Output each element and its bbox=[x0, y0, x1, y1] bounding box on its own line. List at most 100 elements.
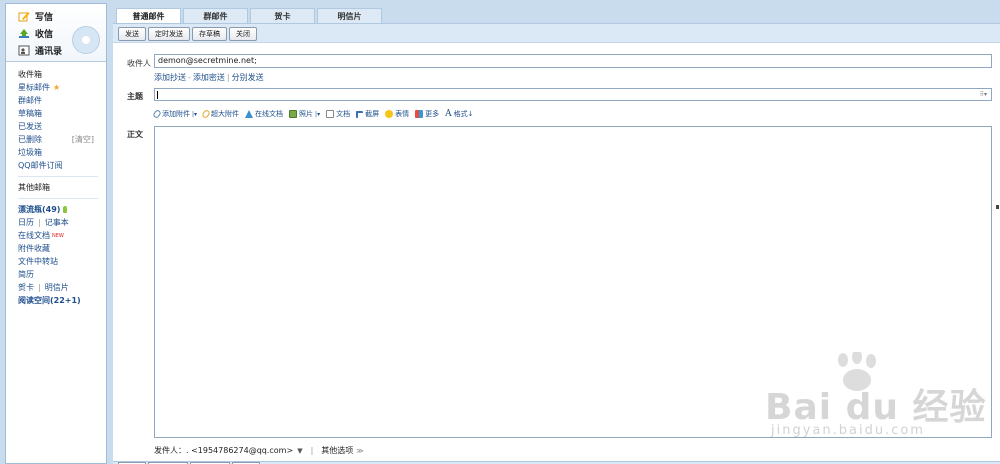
contacts-label: 通讯录 bbox=[35, 47, 63, 57]
grid-icon bbox=[415, 110, 424, 118]
folder-inbox[interactable]: 收件箱 bbox=[18, 68, 106, 81]
compose-label: 写信 bbox=[35, 13, 54, 23]
screenshot-icon bbox=[356, 110, 364, 118]
calendar-link[interactable]: 日历 bbox=[18, 217, 34, 228]
inbox-label: 收信 bbox=[35, 30, 54, 40]
pipe-separator: | bbox=[38, 218, 41, 227]
divider bbox=[18, 176, 98, 177]
body-editor[interactable] bbox=[154, 126, 992, 438]
folder-deleted[interactable]: 已删除 [清空] bbox=[18, 133, 106, 146]
sidebar: 写信 收信 通讯录 收件箱 星标邮件 ★ 群邮件 草稿箱 已发送 已删除 [清空… bbox=[5, 3, 107, 464]
scheduled-send-button[interactable]: 定时发送 bbox=[148, 27, 190, 41]
resume-link[interactable]: 简历 bbox=[18, 268, 106, 281]
contacts-icon bbox=[18, 45, 30, 56]
inbox-icon bbox=[18, 28, 30, 39]
online-doc-button[interactable]: 在线文档 bbox=[245, 109, 283, 119]
tab-normal-mail[interactable]: 普通邮件 bbox=[116, 8, 181, 23]
subject-field[interactable]: ⠿▾ bbox=[154, 88, 992, 101]
smiley-icon bbox=[385, 110, 394, 118]
tab-group-mail[interactable]: 群邮件 bbox=[183, 8, 248, 23]
compose-form: 收件人 demon@secretmine.net; 添加抄送 - 添加密送 | 分别发送… bbox=[113, 42, 1000, 464]
document-button[interactable]: 文档 bbox=[326, 109, 350, 119]
divider bbox=[18, 198, 98, 199]
paperclip-icon bbox=[152, 109, 162, 119]
double-chevron-down-icon[interactable]: ≫ bbox=[356, 447, 363, 455]
more-button[interactable]: 更多 bbox=[415, 109, 439, 119]
side-marker bbox=[996, 205, 999, 209]
folder-sent[interactable]: 已发送 bbox=[18, 120, 106, 133]
send-button[interactable]: 发送 bbox=[118, 27, 146, 41]
emoticon-button[interactable]: 表情 bbox=[385, 109, 409, 119]
tab-postcard[interactable]: 明信片 bbox=[317, 8, 382, 23]
folder-group[interactable]: 群邮件 bbox=[18, 94, 106, 107]
to-field[interactable]: demon@secretmine.net; bbox=[154, 54, 992, 68]
card-postcard-row: 贺卡 | 明信片 bbox=[18, 281, 106, 294]
format-label: 格式 bbox=[453, 110, 468, 118]
cloud-doc-icon bbox=[245, 110, 254, 118]
large-paperclip-icon bbox=[201, 109, 211, 119]
photo-icon bbox=[289, 110, 298, 118]
bottle-icon bbox=[63, 206, 68, 213]
folder-list: 收件箱 星标邮件 ★ 群邮件 草稿箱 已发送 已删除 [清空] 垃圾箱 QQ邮件… bbox=[6, 62, 106, 307]
mascot-decoration bbox=[72, 26, 100, 54]
compose-toolbar: 发送 定时发送 存草稿 关闭 bbox=[113, 23, 1000, 42]
photo-button[interactable]: 照片 |▾ bbox=[289, 109, 320, 119]
body-label: 正文 bbox=[127, 130, 143, 139]
format-button[interactable]: A 格式 ↓ bbox=[445, 109, 473, 119]
save-draft-button[interactable]: 存草稿 bbox=[192, 27, 227, 41]
add-bcc-link[interactable]: 添加密送 bbox=[193, 73, 225, 82]
new-badge: NEW bbox=[52, 232, 64, 239]
drift-bottle-link[interactable]: 漂流瓶(49) bbox=[18, 203, 106, 216]
pipe-separator: | bbox=[310, 446, 314, 455]
pipe-separator: | bbox=[226, 73, 230, 82]
large-attachment-label: 超大附件 bbox=[211, 110, 240, 118]
folder-spam[interactable]: 垃圾箱 bbox=[18, 146, 106, 159]
to-label: 收件人 bbox=[127, 59, 151, 68]
reading-space-label: 阅读空间(22+1) bbox=[18, 296, 81, 305]
chevron-down-icon[interactable]: |▾ bbox=[192, 111, 197, 118]
chevron-down-icon[interactable]: |▾ bbox=[315, 111, 320, 118]
compose-link[interactable]: 写信 bbox=[6, 8, 106, 25]
online-docs-link[interactable]: 在线文档 NEW bbox=[18, 229, 106, 242]
compose-icon bbox=[18, 11, 30, 22]
reading-space-link[interactable]: 阅读空间(22+1) bbox=[18, 294, 106, 307]
compose-panel: 普通邮件 群邮件 贺卡 明信片 发送 定时发送 存草稿 关闭 收件人 demon… bbox=[113, 0, 1000, 464]
tab-greeting-card[interactable]: 贺卡 bbox=[250, 8, 315, 23]
large-attachment-button[interactable]: 超大附件 bbox=[201, 109, 240, 119]
file-transfer-link[interactable]: 文件中转站 bbox=[18, 255, 106, 268]
folder-starred-label: 星标邮件 bbox=[18, 83, 50, 92]
sender-select[interactable]: . <1954786274@qq.com> bbox=[186, 446, 293, 455]
folder-subscriptions[interactable]: QQ邮件订阅 bbox=[18, 159, 106, 172]
folder-drafts[interactable]: 草稿箱 bbox=[18, 107, 106, 120]
attachments-link[interactable]: 附件收藏 bbox=[18, 242, 106, 255]
other-mailbox-link[interactable]: 其他邮箱 bbox=[18, 181, 106, 194]
separate-send-link[interactable]: 分别发送 bbox=[232, 73, 264, 82]
chevron-down-icon[interactable]: ▼ bbox=[297, 447, 302, 455]
screenshot-label: 截屏 bbox=[365, 110, 380, 118]
greeting-card-link[interactable]: 贺卡 bbox=[18, 282, 34, 293]
text-caret bbox=[157, 91, 158, 99]
subject-options-icon[interactable]: ⠿▾ bbox=[980, 91, 987, 98]
add-attachment-label: 添加附件 bbox=[162, 110, 190, 118]
address-links: 添加抄送 - 添加密送 | 分别发送 bbox=[154, 72, 264, 83]
empty-trash-link[interactable]: [清空] bbox=[72, 134, 94, 145]
calendar-notes-row: 日历 | 记事本 bbox=[18, 216, 106, 229]
add-attachment-button[interactable]: 添加附件 |▾ bbox=[152, 109, 197, 119]
folder-deleted-label: 已删除 bbox=[18, 135, 42, 144]
online-docs-label: 在线文档 bbox=[18, 231, 50, 240]
drift-bottle-label: 漂流瓶(49) bbox=[18, 205, 61, 214]
add-cc-link[interactable]: 添加抄送 bbox=[154, 73, 186, 82]
font-format-icon: A bbox=[445, 109, 452, 119]
dash-separator: - bbox=[188, 73, 191, 82]
online-doc-label: 在线文档 bbox=[255, 110, 284, 118]
expand-arrow-icon: ↓ bbox=[467, 110, 474, 118]
notes-link[interactable]: 记事本 bbox=[45, 217, 69, 228]
screenshot-button[interactable]: 截屏 bbox=[356, 109, 379, 119]
more-options-link[interactable]: 其他选项 bbox=[321, 445, 353, 456]
close-button[interactable]: 关闭 bbox=[229, 27, 257, 41]
folder-starred[interactable]: 星标邮件 ★ bbox=[18, 81, 106, 94]
sender-label: 发件人： bbox=[154, 446, 186, 455]
postcard-link[interactable]: 明信片 bbox=[45, 282, 69, 293]
sender-row: 发件人： . <1954786274@qq.com> ▼ | 其他选项 ≫ bbox=[154, 445, 364, 456]
quick-actions: 写信 收信 通讯录 bbox=[6, 4, 106, 62]
